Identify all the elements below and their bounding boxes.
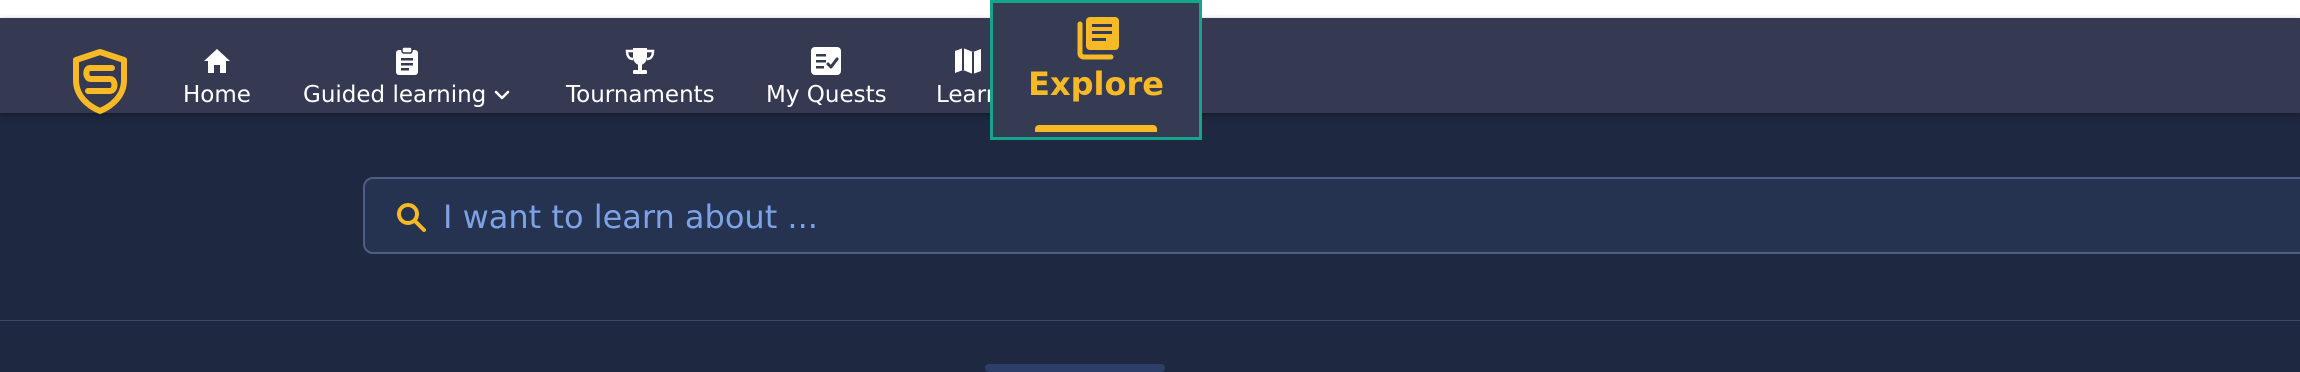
nav-guided-learning[interactable]: Guided learning [303,46,510,116]
nav-home-label: Home [183,82,251,108]
nav-explore-label: Explore [1028,65,1164,103]
active-tab-indicator [1035,125,1157,132]
search-input[interactable] [441,193,2245,241]
nav-guided-learning-label: Guided learning [303,82,487,108]
tab-indicator-partial [985,364,1165,372]
nav-home[interactable]: Home [183,46,251,116]
nav-tournaments[interactable]: Tournaments [566,46,715,116]
content-divider [0,320,2300,321]
trophy-icon [624,46,656,76]
home-icon [202,46,232,76]
nav-my-quests[interactable]: My Quests [766,46,887,116]
brand-logo[interactable] [70,48,130,114]
search-bar[interactable] [363,177,2300,254]
quest-checklist-icon [810,46,842,76]
clipboard-icon [394,46,420,76]
map-icon [953,46,983,76]
nav-tournaments-label: Tournaments [566,82,715,108]
books-icon [1073,15,1121,65]
search-icon [397,203,426,232]
chevron-down-icon [495,90,510,100]
nav-my-quests-label: My Quests [766,82,887,108]
nav-explore[interactable]: Explore [990,0,1202,140]
